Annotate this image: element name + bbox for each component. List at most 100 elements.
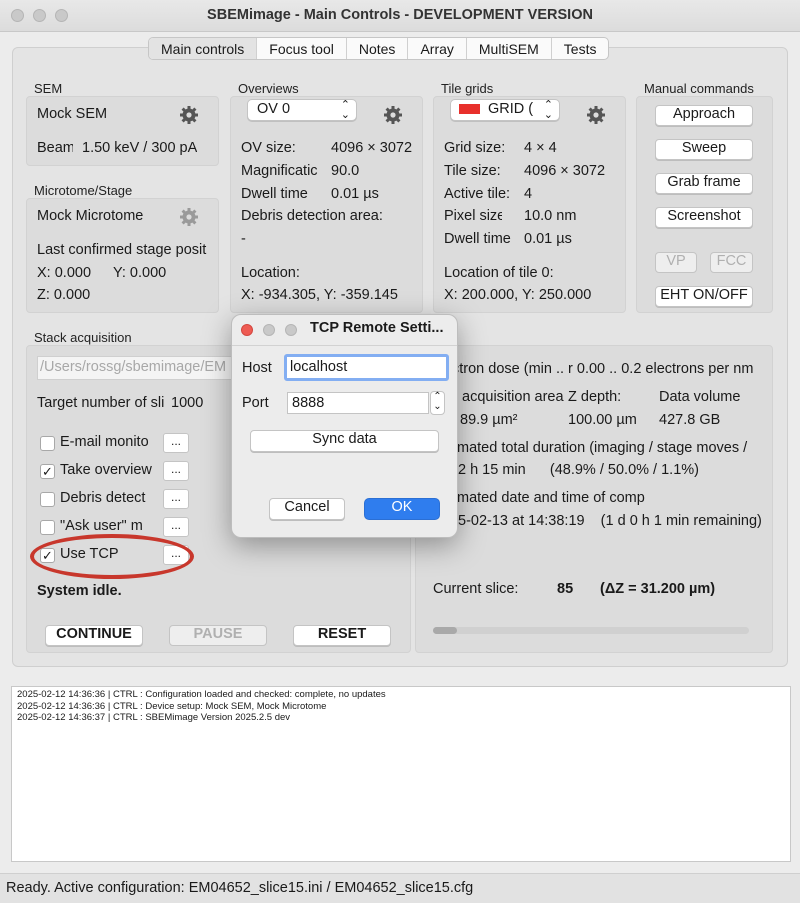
sync-data-button[interactable]: Sync data [250, 430, 439, 452]
total-duration-label: mated total duration (imaging / stage mo… [457, 440, 748, 456]
completion-label: mated date and time of comp [457, 490, 645, 506]
continue-button[interactable]: CONTINUE [45, 625, 143, 646]
email-monitoring-label: E-mail monito [60, 434, 149, 450]
debris-area-label: Debris detection area: [241, 208, 383, 224]
target-slices-label: Target number of sli [37, 395, 165, 411]
stepper-down-icon[interactable]: ⌄ [433, 401, 441, 412]
tile-location-value: X: 200.000, Y: 250.000 [444, 287, 592, 303]
stage-settings-gear-icon[interactable] [179, 207, 199, 227]
email-monitoring-checkbox[interactable] [40, 436, 55, 451]
log-panel[interactable]: 2025-02-12 14:36:36 | CTRL : Configurati… [11, 686, 791, 862]
debris-detection-checkbox[interactable] [40, 492, 55, 507]
tab-tests[interactable]: Tests [552, 38, 609, 59]
tile-location-label: Location of tile 0: [444, 265, 554, 281]
manual-commands-label: Manual commands [644, 81, 754, 96]
select-arrows-icon: ⌃ ⌄ [543, 99, 553, 121]
current-slice-value: 85 [557, 581, 574, 597]
approach-button[interactable]: Approach [655, 105, 753, 126]
stage-device: Mock Microtome [37, 208, 144, 224]
grab-frame-button[interactable]: Grab frame [655, 173, 753, 194]
acquisition-area-value: 89.9 µm² [460, 412, 518, 428]
take-overviews-label: Take overview [60, 462, 152, 478]
sem-section-label: SEM [34, 81, 63, 96]
tab-bar: Main controls Focus tool Notes Array Mul… [148, 37, 610, 60]
overview-settings-gear-icon[interactable] [383, 105, 403, 125]
target-slices-value: 1000 [171, 395, 204, 411]
data-volume-value: 427.8 GB [659, 412, 721, 428]
active-tiles-label: Active tile: [444, 186, 511, 202]
ov-location-value: X: -934.305, Y: -359.145 [241, 287, 398, 303]
overviews-section-label: Overviews [238, 81, 299, 96]
grid-dwell-time-value: 0.01 µs [524, 231, 572, 247]
sem-settings-gear-icon[interactable] [179, 105, 199, 125]
host-input[interactable]: localhost [284, 354, 449, 381]
stage-section-label: Microtome/Stage [34, 183, 133, 198]
tab-multisem[interactable]: MultiSEM [467, 38, 552, 59]
grid-settings-gear-icon[interactable] [586, 105, 606, 125]
cancel-button[interactable]: Cancel [269, 498, 345, 520]
tab-focus-tool[interactable]: Focus tool [257, 38, 347, 59]
overview-select-value: OV 0 [257, 101, 291, 117]
ov-magnification-value: 90.0 [331, 163, 360, 179]
pixel-size-label: Pixel size [444, 208, 502, 224]
dialog-close-button[interactable] [241, 324, 253, 336]
stage-z: Z: 0.000 [37, 287, 91, 303]
total-duration-value: 2 h 15 min (48.9% / 50.0% / 1.1%) [458, 462, 699, 478]
grid-dwell-time-label: Dwell time [444, 231, 511, 247]
port-stepper[interactable]: ⌃ ⌄ [430, 391, 445, 415]
tcp-settings-dialog: TCP Remote Setti... Host localhost Port … [231, 314, 458, 538]
tab-array[interactable]: Array [408, 38, 467, 59]
window-title: SBEMimage - Main Controls - DEVELOPMENT … [207, 7, 593, 23]
reset-button[interactable]: RESET [293, 625, 391, 646]
completion-value: 5-02-13 at 14:38:19 (1 d 0 h 1 min remai… [458, 513, 762, 529]
grid-size-label: Grid size: [444, 140, 506, 156]
fcc-button[interactable]: FCC [710, 252, 753, 273]
dialog-zoom-button[interactable] [285, 324, 297, 336]
electron-dose-line: ctron dose (min .. r 0.00 .. 0.2 electro… [452, 361, 754, 377]
grid-color-swatch [459, 104, 480, 115]
beam-label: Beam [37, 140, 73, 156]
debris-detection-settings-button[interactable]: ... [163, 489, 189, 509]
last-stage-position-label: Last confirmed stage posit [37, 242, 207, 258]
acquisition-area-label: acquisition area [462, 389, 564, 405]
host-label: Host [242, 360, 272, 376]
ov-dwell-time-value: 0.01 µs [331, 186, 379, 202]
sem-device: Mock SEM [37, 106, 108, 122]
port-input[interactable]: 8888 [287, 392, 429, 414]
pause-button[interactable]: PAUSE [169, 625, 267, 646]
data-volume-label: Data volume [659, 389, 741, 405]
grid-select[interactable]: GRID ( ⌃ ⌄ [450, 99, 560, 121]
grid-select-value: GRID ( [488, 101, 534, 117]
log-line: 2025-02-12 14:36:36 | CTRL : Device setu… [17, 700, 327, 712]
z-depth-label: Z depth: [568, 389, 622, 405]
ask-user-checkbox[interactable] [40, 520, 55, 535]
delta-z-value: (ΔZ = 31.200 µm) [600, 581, 716, 597]
debris-detection-label: Debris detect [60, 490, 146, 506]
progress-bar [433, 627, 749, 634]
stack-path-field[interactable]: /Users/rossg/sbemimage/EM [37, 356, 237, 380]
ask-user-settings-button[interactable]: ... [163, 517, 189, 537]
ov-size-label: OV size: [241, 140, 296, 156]
ov-dwell-time-label: Dwell time [241, 186, 308, 202]
take-overviews-checkbox[interactable]: ✓ [40, 464, 55, 479]
email-monitoring-settings-button[interactable]: ... [163, 433, 189, 453]
current-slice-label: Current slice: [433, 581, 519, 597]
sweep-button[interactable]: Sweep [655, 139, 753, 160]
tile-size-label: Tile size: [444, 163, 501, 179]
screenshot-button[interactable]: Screenshot [655, 207, 753, 228]
tab-main-controls[interactable]: Main controls [149, 38, 258, 59]
ask-user-label: "Ask user" m [60, 518, 143, 534]
ov-location-label: Location: [241, 265, 300, 281]
ok-button[interactable]: OK [364, 498, 440, 520]
progress-bar-fill [433, 627, 457, 634]
vp-button[interactable]: VP [655, 252, 697, 273]
log-line: 2025-02-12 14:36:37 | CTRL : SBEMimage V… [17, 712, 291, 723]
status-bar: Ready. Active configuration: EM04652_sli… [0, 873, 800, 903]
eht-toggle-button[interactable]: EHT ON/OFF [655, 286, 753, 307]
take-overviews-settings-button[interactable]: ... [163, 461, 189, 481]
tab-notes[interactable]: Notes [347, 38, 409, 59]
dialog-minimize-button[interactable] [263, 324, 275, 336]
overview-select[interactable]: OV 0 ⌃ ⌄ [247, 99, 357, 121]
system-status: System idle. [37, 583, 122, 599]
tile-grids-section-label: Tile grids [441, 81, 494, 96]
